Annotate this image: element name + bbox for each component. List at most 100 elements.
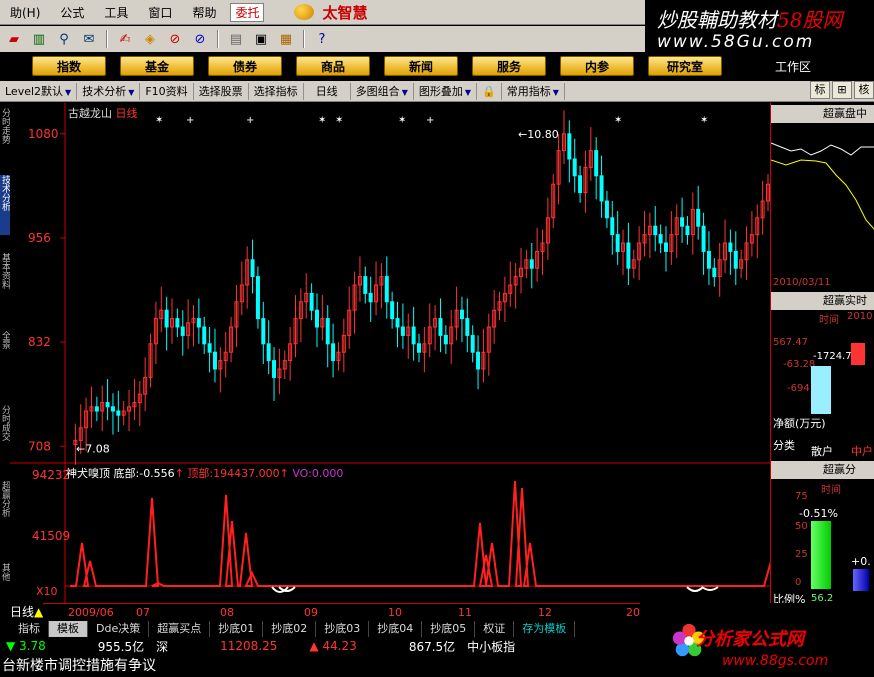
candle-body [331,343,336,362]
entrust-button[interactable]: 委托 [230,2,265,22]
window-icon[interactable]: ▣ [250,29,272,49]
sub-multi-chart[interactable]: 多图组合 ▼ [351,82,414,100]
tab-dde[interactable]: Dde决策 [88,621,150,637]
mark-button[interactable]: 标 [810,81,830,99]
func-button-index[interactable]: 指数 [32,56,106,76]
stamp-icon[interactable]: ✍ [114,29,136,49]
candle-body [212,351,217,370]
help-pointer-icon[interactable]: ? [311,29,333,49]
func-button-research[interactable]: 研究室 [648,56,722,76]
sub-select-stock[interactable]: 选择股票 [194,82,249,100]
chart-area[interactable]: ✶ + + ✶ ✶ ✶ + ✶ ✶ 1080 956 832 708 94232 41509 X10 ←10.… [10,103,770,603]
lock-icon[interactable]: 🔒 [477,82,502,100]
vtab-chaoying[interactable]: 超赢分析 [0,481,10,541]
candle-body [685,225,690,236]
menu-help[interactable]: 帮助 [182,4,226,21]
menu-tools[interactable]: 工具 [94,4,138,21]
link-blue-icon[interactable]: ⊘ [189,29,211,49]
vtab-other[interactable]: 其他 [0,563,10,593]
flag-icon[interactable]: ▰ [3,29,25,49]
high-price-label: ←10.80 [518,128,559,141]
vtab-panorama[interactable]: 全景 [0,331,10,361]
func-button-fund[interactable]: 基金 [120,56,194,76]
rp-pct-bar-mid [853,569,869,591]
tab-bottom05[interactable]: 抄底05 [422,621,476,637]
core-button[interactable]: 核 [854,81,874,99]
tab-bottom03[interactable]: 抄底03 [316,621,370,637]
candle-body [116,410,121,416]
tab-warrant[interactable]: 权证 [475,621,515,637]
candle-body [368,292,373,303]
watermark-banner: 炒股輔助教材58股网 www.58Gu.com [645,0,874,55]
indicator-vo-label: VO: [292,467,312,480]
diamond-icon[interactable]: ◈ [139,29,161,49]
tab-indicator[interactable]: 指标 [10,621,49,637]
indicator-tick-label: 41509 [32,529,70,543]
tab-save-template[interactable]: 存为模板 [514,621,576,637]
news-ticker[interactable]: 台新楼市调控措施有争议 [0,655,640,677]
sub-daily-label: 日线 [315,84,338,98]
tab-template[interactable]: 模板 [49,621,88,637]
sub-daily[interactable]: 日线 [304,82,351,100]
indicator-top-value: 194437.000 [213,467,280,480]
func-button-insider[interactable]: 内参 [560,56,634,76]
board-label[interactable]: 中小板指 [461,638,521,655]
func-button-commodity[interactable]: 商品 [296,56,370,76]
candle-body [325,318,330,345]
indicator-vo-value: 0.000 [311,467,344,480]
sub-f10[interactable]: F10资料 [140,82,194,100]
rp-val-3: -694 [787,383,810,394]
rp-time-label-2: 时间 [821,485,841,496]
vtab-tech[interactable]: 技术分析 [0,175,10,235]
tab-bottom04[interactable]: 抄底04 [369,621,423,637]
sub-common-indicator[interactable]: 常用指标 ▼ [502,82,565,100]
rp-net-bar-retail [811,366,831,414]
menu-window[interactable]: 窗口 [138,4,182,21]
func-button-bond[interactable]: 债券 [208,56,282,76]
books-icon[interactable]: ▦ [275,29,297,49]
menu-bar: 助(H) 公式 工具 窗口 帮助 委托 太智慧 [0,0,645,25]
rp-header-intraday[interactable]: 超赢盘中 [771,105,874,123]
sub-tech-analysis[interactable]: 技术分析 ▼ [77,82,141,100]
candle-body [400,326,405,336]
candle-body [164,309,169,328]
bars-icon[interactable]: ▥ [28,29,50,49]
candle-body [395,318,400,328]
tab-bottom02[interactable]: 抄底02 [263,621,317,637]
up-arrow-icon: ↑ [279,467,289,480]
vtab-intraday[interactable]: 分时走势 [0,108,10,158]
sub-overlay[interactable]: 图形叠加 ▼ [414,82,477,100]
link-red-icon[interactable]: ⊘ [164,29,186,49]
binoculars-icon[interactable]: ⚲ [53,29,75,49]
chart-frame [10,103,770,603]
tab-bottom01[interactable]: 抄底01 [210,621,264,637]
candle-body [417,343,421,353]
menu-formula[interactable]: 公式 [50,4,94,21]
vtab-ticks[interactable]: 分时成交 [0,405,10,465]
sub-level2[interactable]: Level2默认 ▼ [0,82,78,100]
sub-multi-label: 多图组合 [355,84,400,98]
indicator-line-bottom [701,586,719,591]
func-button-news[interactable]: 新闻 [384,56,458,76]
news-icon[interactable]: ✉ [78,29,100,49]
notebook-icon[interactable]: ▤ [225,29,247,49]
workspace-label[interactable]: 工作区 [775,58,811,75]
price-tick-label: 1080 [28,127,59,141]
period-label[interactable]: 日线▲ [10,603,44,620]
candle-body [465,318,470,336]
rp-header-realtime[interactable]: 超赢实时 [771,292,874,310]
candle-body [272,360,277,378]
candle-body [712,267,717,278]
func-button-service[interactable]: 服务 [472,56,546,76]
grid-button[interactable]: ⊞ [832,81,852,99]
vtab-basic[interactable]: 基本资料 [0,253,10,308]
sub-select-indicator[interactable]: 选择指标 [249,82,304,100]
rp-header-analysis[interactable]: 超赢分 [771,461,874,479]
triangle-up-icon: ▲ [309,639,323,653]
candle-body [594,150,599,177]
rp-pct: -0.51% [799,507,838,520]
right-panel: 超赢盘中 2010/03/11 超赢实时 时间 2010 567.47 -63.… [770,103,874,606]
tab-buy-point[interactable]: 超赢买点 [149,621,211,637]
candle-body [202,326,207,345]
menu-help-partial[interactable]: 助(H) [0,4,50,21]
